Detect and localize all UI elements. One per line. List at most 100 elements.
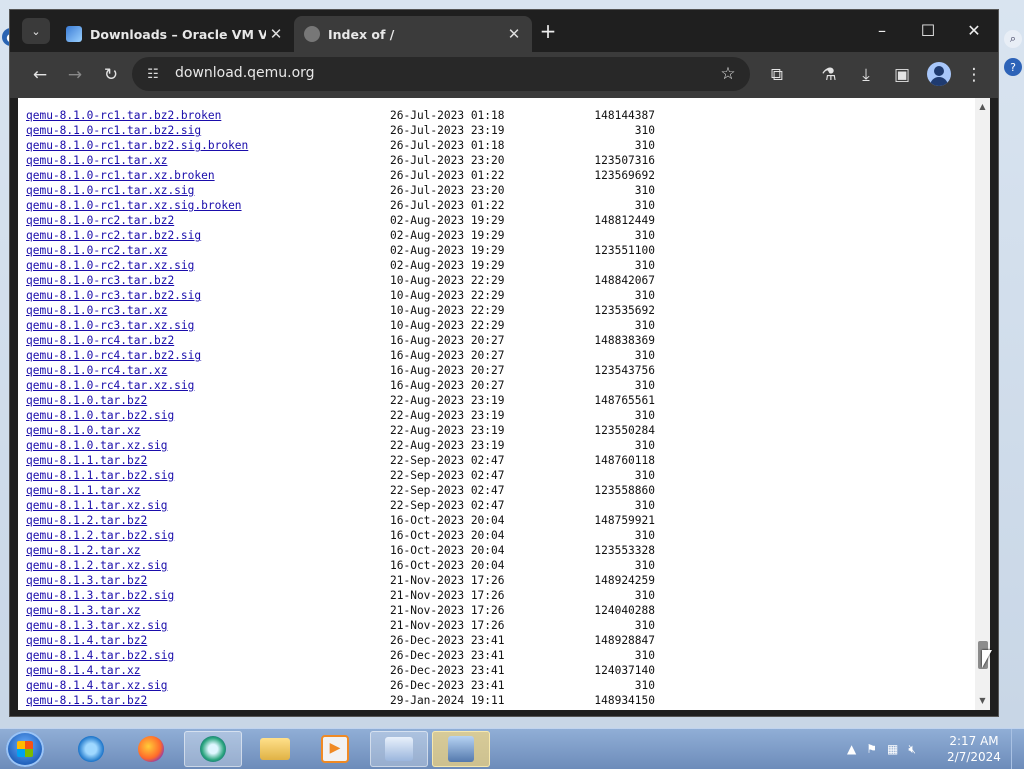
page-viewport: qemu-8.1.0-rc1.tar.bz2.broken 26-Jul-2023… [18,98,990,710]
close-icon[interactable]: ✕ [504,25,524,43]
tab-index-of[interactable]: Index of / ✕ [294,16,532,52]
file-link[interactable]: qemu-8.1.4.tar.xz [26,663,141,678]
file-link[interactable]: qemu-8.1.0-rc2.tar.xz [26,243,167,258]
listing-row: qemu-8.1.1.tar.xz.sig 22-Sep-2023 02:47 31… [26,498,666,513]
back-button[interactable]: ← [27,62,53,88]
file-size: 310 [634,679,655,692]
file-link[interactable]: qemu-8.1.1.tar.xz [26,483,141,498]
file-link[interactable]: qemu-8.1.0-rc4.tar.xz [26,363,167,378]
file-link[interactable]: qemu-8.1.0-rc1.tar.xz.broken [26,168,215,183]
clock[interactable]: 2:17 AM 2/7/2024 [944,733,1004,765]
file-link[interactable]: qemu-8.1.3.tar.xz [26,603,141,618]
file-link[interactable]: qemu-8.1.0-rc3.tar.xz.sig [26,318,194,333]
file-link[interactable]: qemu-8.1.0-rc2.tar.xz.sig [26,258,194,273]
file-size: 148842067 [594,274,655,287]
close-window-button[interactable]: ✕ [954,18,994,44]
taskbar-file-explorer[interactable] [246,731,304,767]
file-date: 21-Nov-2023 17:26 [390,574,505,587]
file-link[interactable]: qemu-8.1.0-rc1.tar.xz [26,153,167,168]
show-hidden-icons-icon[interactable]: ▲ [847,742,856,756]
file-link[interactable]: qemu-8.1.4.tar.bz2.sig [26,648,174,663]
taskbar-firefox[interactable] [122,731,180,767]
address-bar[interactable]: ☷ download.qemu.org ☆ [132,57,750,91]
site-info-icon[interactable]: ☷ [144,65,162,83]
profile-avatar[interactable] [927,62,951,86]
show-desktop-button[interactable] [1011,729,1024,769]
file-date: 16-Oct-2023 20:04 [390,559,505,572]
file-date: 29-Jan-2024 19:11 [390,708,505,710]
close-icon[interactable]: ✕ [266,25,286,43]
file-date: 02-Aug-2023 19:29 [390,244,505,257]
file-link[interactable]: qemu-8.1.0.tar.xz [26,423,141,438]
file-link[interactable]: qemu-8.1.4.tar.xz.sig [26,678,167,693]
file-link[interactable]: qemu-8.1.2.tar.xz.sig [26,558,167,573]
taskbar-media-player[interactable]: ▶ [306,731,364,767]
extensions-icon[interactable]: ⧉ [764,62,790,88]
labs-flask-icon[interactable]: ⚗ [816,62,842,88]
file-link[interactable]: qemu-8.1.0.tar.bz2.sig [26,408,174,423]
file-date: 26-Jul-2023 01:18 [390,139,505,152]
listing-row: qemu-8.1.3.tar.bz2.sig 21-Nov-2023 17:26 3… [26,588,666,603]
file-date: 16-Aug-2023 20:27 [390,334,505,347]
listing-row: qemu-8.1.0-rc1.tar.bz2.broken 26-Jul-2023… [26,108,666,123]
file-link[interactable]: qemu-8.1.2.tar.xz [26,543,141,558]
file-link[interactable]: qemu-8.1.2.tar.bz2.sig [26,528,174,543]
file-link[interactable]: qemu-8.1.0-rc2.tar.bz2.sig [26,228,201,243]
help-icon[interactable]: ? [1004,58,1022,76]
start-button[interactable] [6,731,44,767]
network-icon[interactable]: ▦ [887,742,898,756]
file-link[interactable]: qemu-8.1.1.tar.bz2.sig [26,468,174,483]
scroll-down-arrow-icon[interactable]: ▼ [975,694,990,708]
bookmark-star-icon[interactable]: ☆ [716,62,740,86]
file-size: 123507316 [594,154,655,167]
menu-kebab-icon[interactable]: ⋮ [961,62,987,88]
file-link[interactable]: qemu-8.1.0-rc1.tar.bz2.sig.broken [26,138,248,153]
search-icon[interactable]: ⌕ [1004,30,1022,48]
tab-downloads[interactable]: Downloads – Oracle VM Virtua ✕ [56,16,294,52]
file-link[interactable]: qemu-8.1.5.tar.bz2.sig [26,708,174,710]
file-link[interactable]: qemu-8.1.0-rc3.tar.xz [26,303,167,318]
file-size: 148928847 [594,634,655,647]
maximize-button[interactable]: ☐ [908,18,948,44]
file-link[interactable]: qemu-8.1.0-rc4.tar.bz2 [26,333,174,348]
file-link[interactable]: qemu-8.1.0-rc1.tar.xz.sig.broken [26,198,242,213]
download-icon[interactable]: ⤓ [853,62,879,88]
file-link[interactable]: qemu-8.1.0.tar.bz2 [26,393,147,408]
action-center-flag-icon[interactable]: ⚑ [866,742,877,756]
file-date: 26-Jul-2023 01:22 [390,199,505,212]
file-link[interactable]: qemu-8.1.3.tar.bz2 [26,573,147,588]
minimize-button[interactable]: – [862,18,902,44]
file-size: 310 [634,529,655,542]
new-tab-button[interactable]: + [538,21,558,42]
file-link[interactable]: qemu-8.1.0-rc2.tar.bz2 [26,213,174,228]
file-link[interactable]: qemu-8.1.0-rc4.tar.xz.sig [26,378,194,393]
volume-muted-icon[interactable]: 🔇︎ [908,742,916,757]
file-link[interactable]: qemu-8.1.1.tar.bz2 [26,453,147,468]
file-link[interactable]: qemu-8.1.2.tar.bz2 [26,513,147,528]
file-link[interactable]: qemu-8.1.0-rc1.tar.bz2.broken [26,108,221,123]
file-link[interactable]: qemu-8.1.5.tar.bz2 [26,693,147,708]
file-link[interactable]: qemu-8.1.0-rc4.tar.bz2.sig [26,348,201,363]
file-link[interactable]: qemu-8.1.0-rc3.tar.bz2.sig [26,288,201,303]
listing-row: qemu-8.1.1.tar.bz2 22-Sep-2023 02:47 14876… [26,453,666,468]
file-date: 26-Jul-2023 23:19 [390,124,505,137]
url-text[interactable]: download.qemu.org [175,65,315,81]
file-link[interactable]: qemu-8.1.0.tar.xz.sig [26,438,167,453]
taskbar-internet-explorer[interactable] [62,731,120,767]
file-link[interactable]: qemu-8.1.0-rc1.tar.bz2.sig [26,123,201,138]
file-link[interactable]: qemu-8.1.3.tar.bz2.sig [26,588,174,603]
file-link[interactable]: qemu-8.1.4.tar.bz2 [26,633,147,648]
side-panel-icon[interactable]: ▣ [889,62,915,88]
reload-button[interactable]: ↻ [98,62,124,88]
tab-search-button[interactable]: ⌄ [22,18,50,44]
file-link[interactable]: qemu-8.1.3.tar.xz.sig [26,618,167,633]
file-link[interactable]: qemu-8.1.0-rc3.tar.bz2 [26,273,174,288]
file-link[interactable]: qemu-8.1.0-rc1.tar.xz.sig [26,183,194,198]
taskbar-control-panel[interactable] [370,731,428,767]
vertical-scrollbar[interactable]: ▲ ▼ [975,98,990,710]
taskbar-installer[interactable] [432,731,490,767]
forward-button[interactable]: → [62,62,88,88]
scroll-up-arrow-icon[interactable]: ▲ [975,100,990,114]
file-link[interactable]: qemu-8.1.1.tar.xz.sig [26,498,167,513]
taskbar-chrome[interactable] [184,731,242,767]
